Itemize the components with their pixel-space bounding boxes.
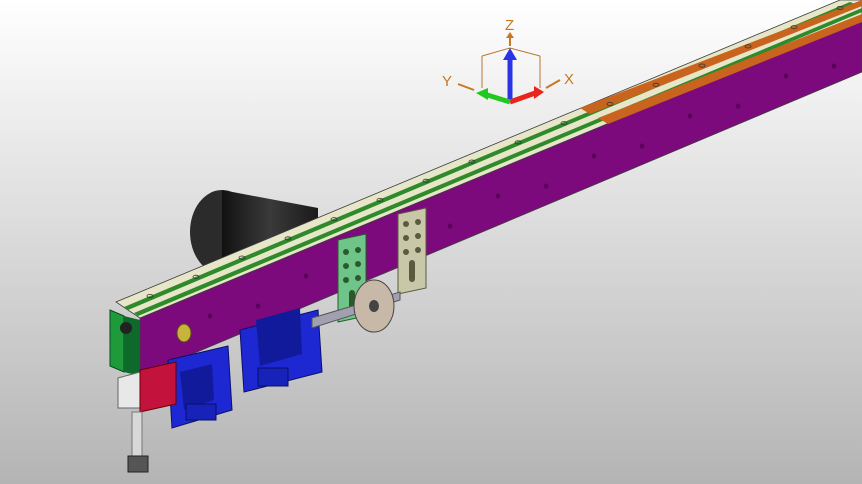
end-plate (109, 309, 125, 373)
indicator-disc (176, 323, 192, 343)
rail-side-hole (783, 73, 789, 79)
rail-side-hole (495, 193, 501, 199)
x-axis-label: X (564, 71, 574, 88)
rail-side-hole (255, 303, 261, 309)
end-rod (131, 411, 143, 459)
rail-side-hole (687, 113, 693, 119)
rail-side-hole (639, 143, 645, 149)
bracket-light[interactable] (397, 207, 427, 295)
cad-viewport[interactable]: Z X Y (0, 0, 862, 484)
rail-side-hole (735, 103, 741, 109)
end-block (139, 361, 177, 413)
rail-side-hole (207, 313, 213, 319)
3d-model-scene[interactable]: Z X Y (0, 0, 862, 484)
rail-side-hole (447, 223, 453, 229)
end-knob[interactable] (120, 322, 132, 334)
end-rod-nut (127, 455, 149, 473)
rail-side-hole (591, 153, 597, 159)
rail-side-hole (831, 63, 837, 69)
rail-side-hole (543, 183, 549, 189)
rail-side-hole (303, 273, 309, 279)
y-axis-label: Y (442, 73, 452, 90)
end-cap (117, 371, 141, 409)
z-axis-label: Z (505, 17, 514, 34)
